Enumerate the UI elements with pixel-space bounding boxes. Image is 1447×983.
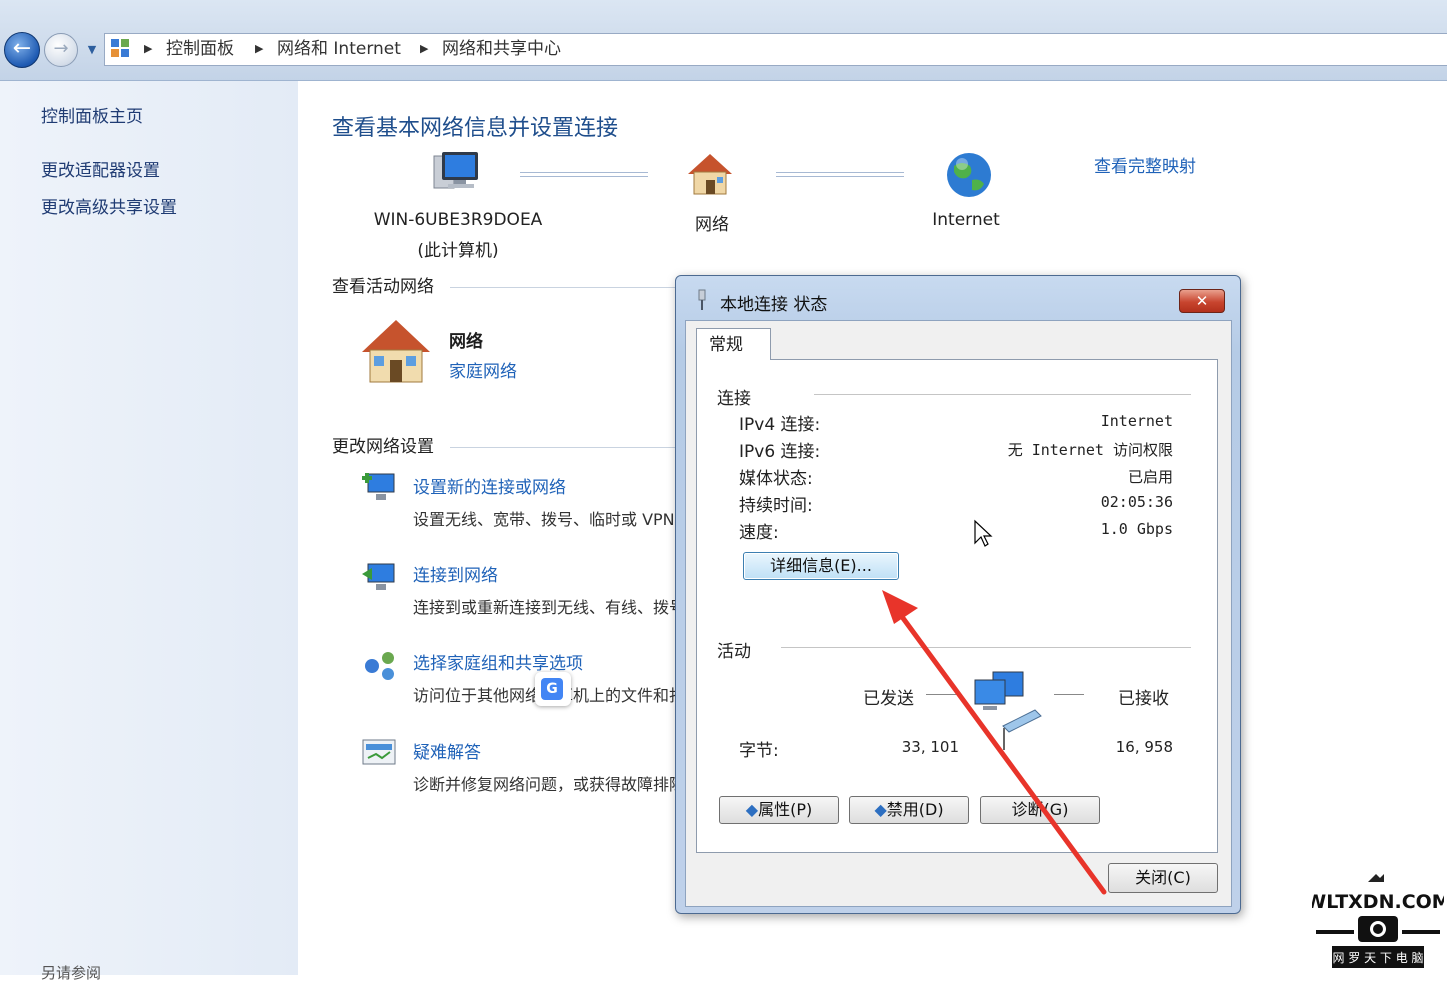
uac-shield-icon: ◆ <box>745 800 759 819</box>
properties-button-label: 属性(P) <box>758 800 813 819</box>
task-homegroup-link[interactable]: 选择家庭组和共享选项 <box>413 649 583 674</box>
bytes-label: 字节: <box>739 741 779 761</box>
ipv4-label: IPv4 连接: <box>739 415 821 435</box>
map-connector-line <box>520 172 648 177</box>
forward-arrow-icon: → <box>53 38 69 59</box>
recent-pages-dropdown[interactable]: ▼ <box>84 40 100 60</box>
sidebar-see-also-heading: 另请参阅 <box>41 964 102 982</box>
breadcrumb-network-sharing-center[interactable]: 网络和共享中心 <box>442 38 561 60</box>
section-divider <box>450 287 676 288</box>
breadcrumb-separator-icon[interactable]: ▶ <box>255 38 263 60</box>
control-panel-icon <box>111 39 129 57</box>
task-connect-network-desc: 连接到或重新连接到无线、有线、拨号或 VPN 网络连接。 <box>413 598 675 617</box>
group-divider <box>814 394 1191 395</box>
back-arrow-icon: ← <box>12 36 32 61</box>
troubleshoot-icon <box>362 739 396 765</box>
chevron-down-icon: ▼ <box>87 43 97 56</box>
breadcrumb-control-panel[interactable]: 控制面板 <box>166 38 234 60</box>
sidebar-item-control-panel-home[interactable]: 控制面板主页 <box>41 102 143 127</box>
site-watermark-logo: WLTXDN.COM 网 罗 天 下 电 脑 <box>1312 874 1444 968</box>
translate-popup-button[interactable]: G <box>535 672 571 706</box>
network-cable-icon <box>698 289 706 310</box>
connection-group-label: 连接 <box>717 389 751 409</box>
close-icon: ✕ <box>1195 292 1209 310</box>
new-connection-icon <box>362 473 395 500</box>
page-title: 查看基本网络信息并设置连接 <box>332 116 619 141</box>
task-troubleshoot-link[interactable]: 疑难解答 <box>413 738 481 763</box>
svg-text:WLTXDN.COM: WLTXDN.COM <box>1312 891 1444 913</box>
view-full-map-link[interactable]: 查看完整映射 <box>1094 152 1196 177</box>
change-settings-heading: 更改网络设置 <box>332 437 434 457</box>
internet-globe-icon <box>947 153 991 197</box>
map-connector-line <box>776 172 904 177</box>
task-connect-network-link[interactable]: 连接到网络 <box>413 561 498 586</box>
breadcrumb-separator-icon[interactable]: ▶ <box>144 38 152 60</box>
network-type-link[interactable]: 家庭网络 <box>449 357 517 382</box>
media-state-label: 媒体状态: <box>739 469 813 489</box>
task-troubleshoot-desc: 诊断并修复网络问题，或获得故障排除信息。 <box>413 775 675 794</box>
home-network-icon <box>362 320 430 383</box>
translate-icon: G <box>541 678 563 700</box>
internet-label: Internet <box>932 210 1000 230</box>
ipv4-value: Internet <box>1100 412 1173 430</box>
duration-value: 02:05:36 <box>1100 493 1173 511</box>
back-button[interactable]: ← <box>4 32 40 68</box>
active-network-name: 网络 <box>449 332 483 352</box>
svg-text:网 罗 天 下 电 脑: 网 罗 天 下 电 脑 <box>1332 951 1423 965</box>
task-setup-connection-link[interactable]: 设置新的连接或网络 <box>413 473 566 498</box>
breadcrumb-separator-icon[interactable]: ▶ <box>420 38 428 60</box>
section-divider <box>450 447 676 448</box>
speed-label: 速度: <box>739 523 779 543</box>
sidebar-item-adapter-settings[interactable]: 更改适配器设置 <box>41 156 160 181</box>
homegroup-icon <box>365 652 394 680</box>
computer-sub-label: (此计算机) <box>417 241 499 261</box>
red-annotation-arrow <box>882 590 1107 895</box>
ipv6-label: IPv6 连接: <box>739 442 821 462</box>
breadcrumb-network-internet[interactable]: 网络和 Internet <box>277 38 401 60</box>
mouse-pointer-icon <box>974 519 993 547</box>
active-networks-heading: 查看活动网络 <box>332 277 434 297</box>
media-state-value: 已启用 <box>1127 468 1173 486</box>
dialog-title: 本地连接 状态 <box>720 295 828 315</box>
network-house-icon <box>688 154 732 195</box>
computer-name-label: WIN-6UBE3R9DOEA <box>373 210 543 230</box>
duration-label: 持续时间: <box>739 496 813 516</box>
connect-network-icon <box>362 563 395 590</box>
tab-general[interactable]: 常规 <box>696 328 771 360</box>
ipv6-value: 无 Internet 访问权限 <box>1007 441 1173 459</box>
computer-icon <box>433 152 478 189</box>
properties-button[interactable]: ◆属性(P) <box>719 796 839 824</box>
network-label: 网络 <box>695 215 729 235</box>
activity-group-label: 活动 <box>717 642 751 662</box>
dialog-close-button[interactable]: ✕ <box>1179 289 1225 313</box>
forward-button[interactable]: → <box>44 33 78 67</box>
sidebar-item-advanced-sharing[interactable]: 更改高级共享设置 <box>41 193 177 218</box>
task-setup-connection-desc: 设置无线、宽带、拨号、临时或 VPN 连接；或设置路由器或访问点。 <box>413 510 675 529</box>
